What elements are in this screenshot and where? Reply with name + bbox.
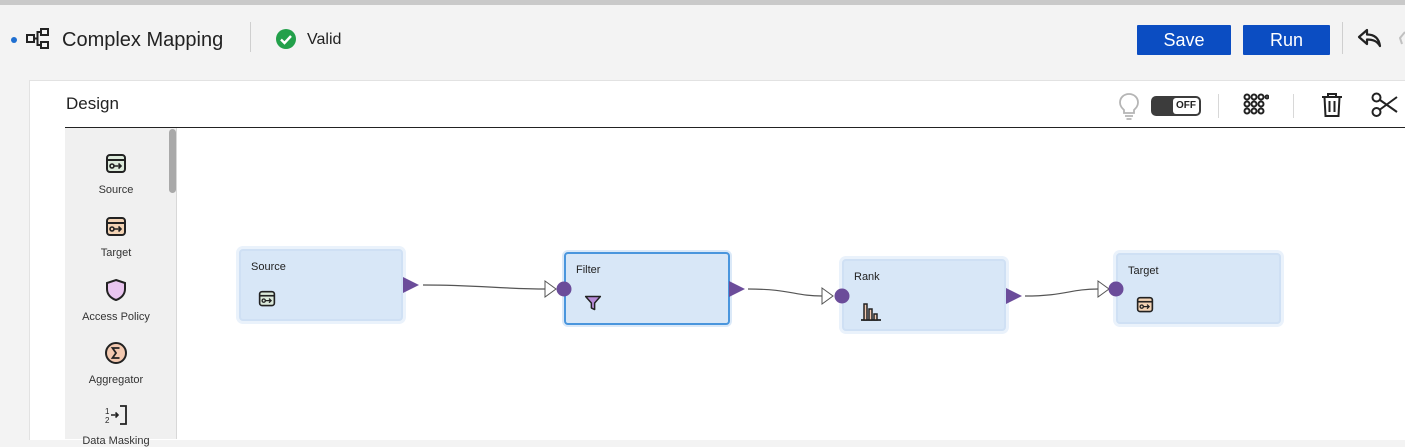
input-port	[1108, 281, 1124, 297]
input-port	[556, 281, 572, 297]
output-port	[729, 281, 745, 297]
port-layer	[403, 277, 1124, 304]
output-port	[403, 277, 419, 293]
input-port	[834, 288, 850, 304]
output-port	[1006, 288, 1022, 304]
